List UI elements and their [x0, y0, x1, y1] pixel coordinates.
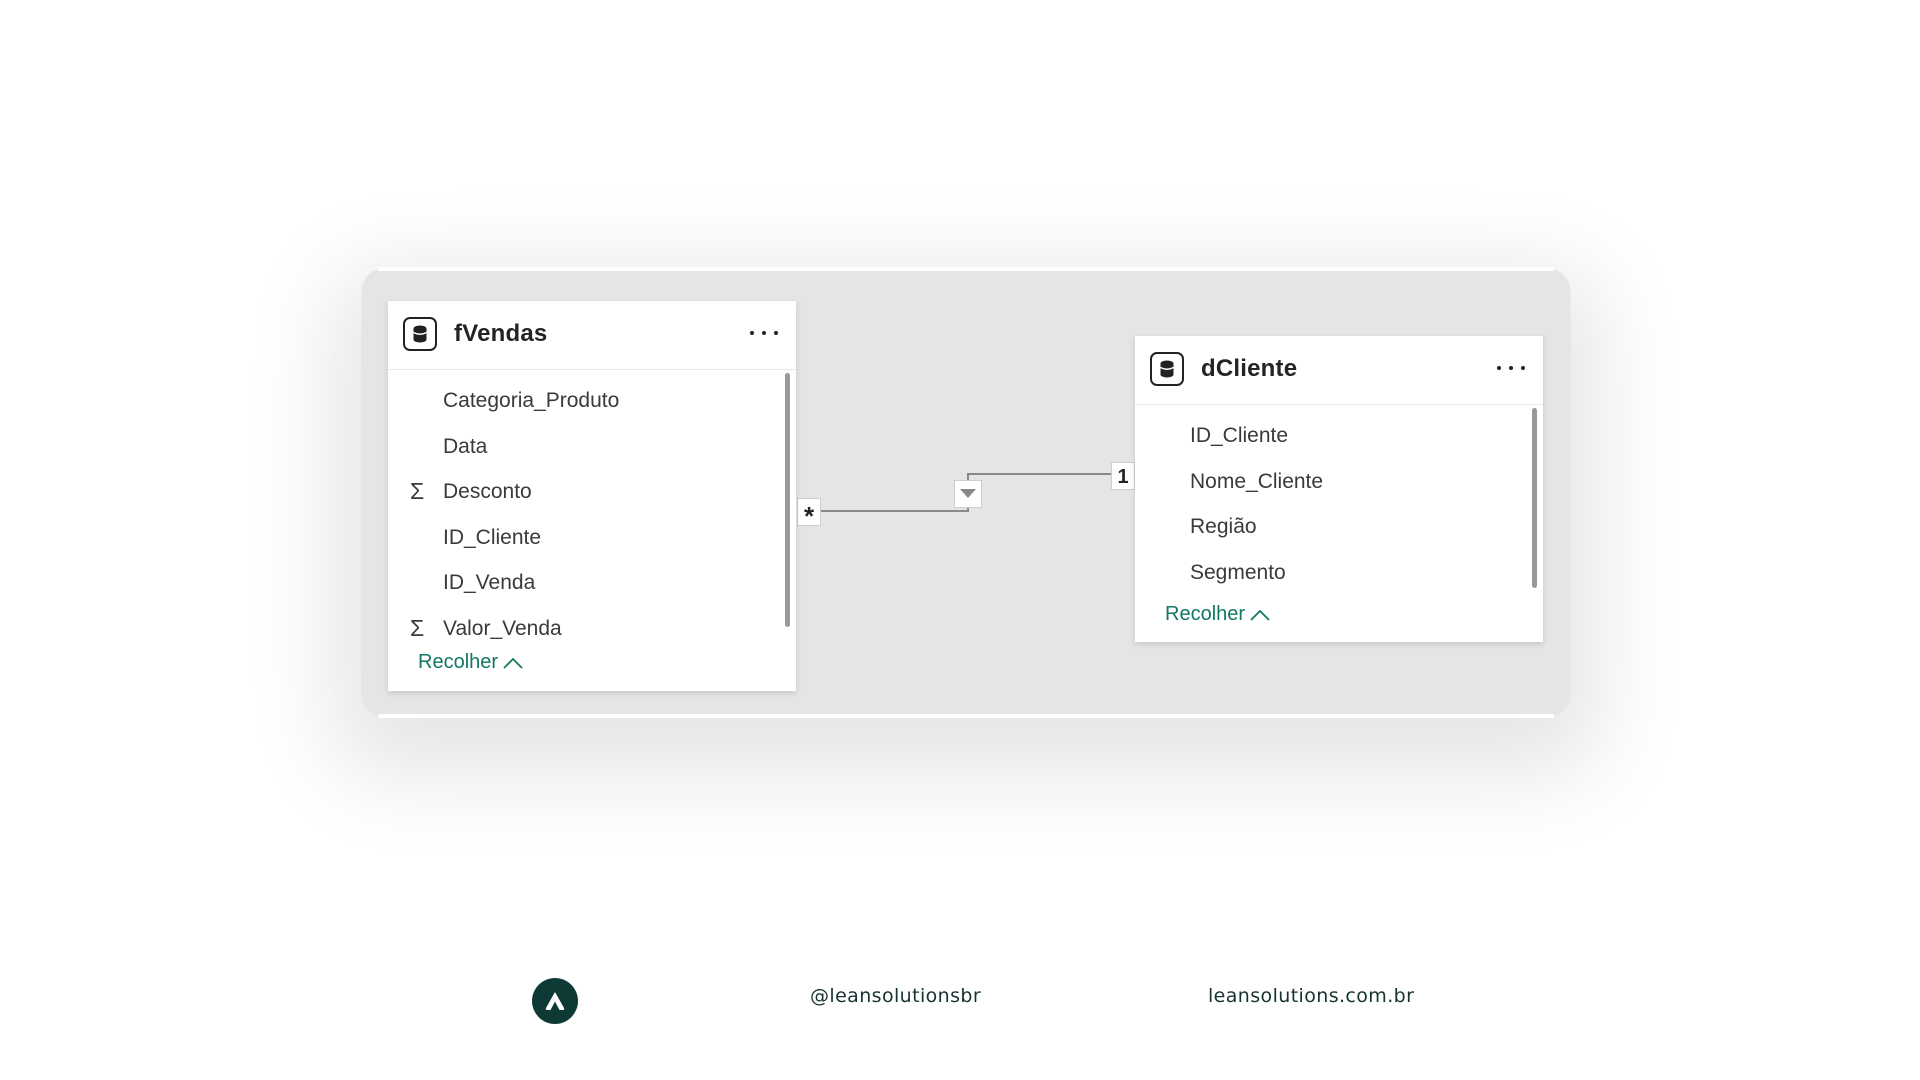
- chevron-up-icon: [503, 657, 523, 669]
- field-item[interactable]: Nome_Cliente: [1135, 459, 1543, 505]
- field-item[interactable]: Segmento: [1135, 550, 1543, 596]
- social-handle: @leansolutionsbr: [810, 985, 982, 1007]
- table-card-fvendas[interactable]: fVendas Categoria_Produto Data Σ Descont…: [388, 301, 796, 691]
- scrollbar[interactable]: [1532, 408, 1537, 588]
- field-label: Região: [1190, 515, 1257, 538]
- field-label: ID_Venda: [443, 571, 536, 594]
- sum-icon: Σ: [410, 478, 425, 504]
- field-item[interactable]: ID_Cliente: [1135, 413, 1543, 459]
- field-label: Categoria_Produto: [443, 389, 620, 412]
- collapse-label: Recolher: [418, 651, 499, 673]
- cardinality-one-marker: 1: [1111, 462, 1135, 490]
- database-icon: [1150, 352, 1184, 386]
- table-title: dCliente: [1201, 355, 1298, 382]
- table-card-header: dCliente: [1135, 336, 1543, 405]
- table-card-header: fVendas: [388, 301, 796, 370]
- database-icon: [403, 317, 437, 351]
- field-item[interactable]: Data: [388, 424, 796, 470]
- cardinality-many-marker: *: [797, 498, 821, 531]
- field-item[interactable]: Região: [1135, 504, 1543, 550]
- field-item[interactable]: Categoria_Produto: [388, 378, 796, 424]
- chevron-up-icon: [1250, 609, 1270, 621]
- website-link[interactable]: leansolutions.com.br: [1208, 985, 1414, 1007]
- table-title: fVendas: [454, 320, 548, 347]
- lean-solutions-logo: [532, 978, 578, 1024]
- field-item[interactable]: Σ Valor_Venda: [388, 606, 796, 652]
- table-card-dcliente[interactable]: dCliente ID_Cliente Nome_Cliente Região …: [1135, 336, 1543, 642]
- sum-icon: Σ: [410, 614, 425, 641]
- field-label: Nome_Cliente: [1190, 469, 1324, 493]
- collapse-button[interactable]: Recolher: [418, 651, 524, 674]
- collapse-button[interactable]: Recolher: [1165, 603, 1271, 626]
- slide: * 1 fVendas Categoria_Produto Data Σ Des…: [0, 0, 1920, 1080]
- triangle-down-icon: [960, 489, 976, 498]
- filter-direction-button[interactable]: [954, 480, 982, 508]
- field-label: Valor_Venda: [443, 616, 562, 640]
- field-item[interactable]: Σ Desconto: [388, 469, 796, 515]
- field-list: Categoria_Produto Data Σ Desconto ID_Cli…: [388, 370, 796, 651]
- field-list: ID_Cliente Nome_Cliente Região Segmento: [1135, 405, 1543, 595]
- field-label: ID_Cliente: [1190, 424, 1289, 447]
- field-label: ID_Cliente: [443, 525, 542, 549]
- field-label: Desconto: [443, 480, 532, 503]
- field-label: Segmento: [1190, 560, 1286, 584]
- field-item[interactable]: ID_Venda: [388, 560, 796, 606]
- field-item[interactable]: ID_Cliente: [388, 515, 796, 561]
- more-options-icon[interactable]: [750, 327, 778, 339]
- collapse-label: Recolher: [1165, 603, 1246, 625]
- field-label: Data: [443, 434, 488, 458]
- scrollbar[interactable]: [785, 373, 790, 627]
- more-options-icon[interactable]: [1497, 362, 1525, 374]
